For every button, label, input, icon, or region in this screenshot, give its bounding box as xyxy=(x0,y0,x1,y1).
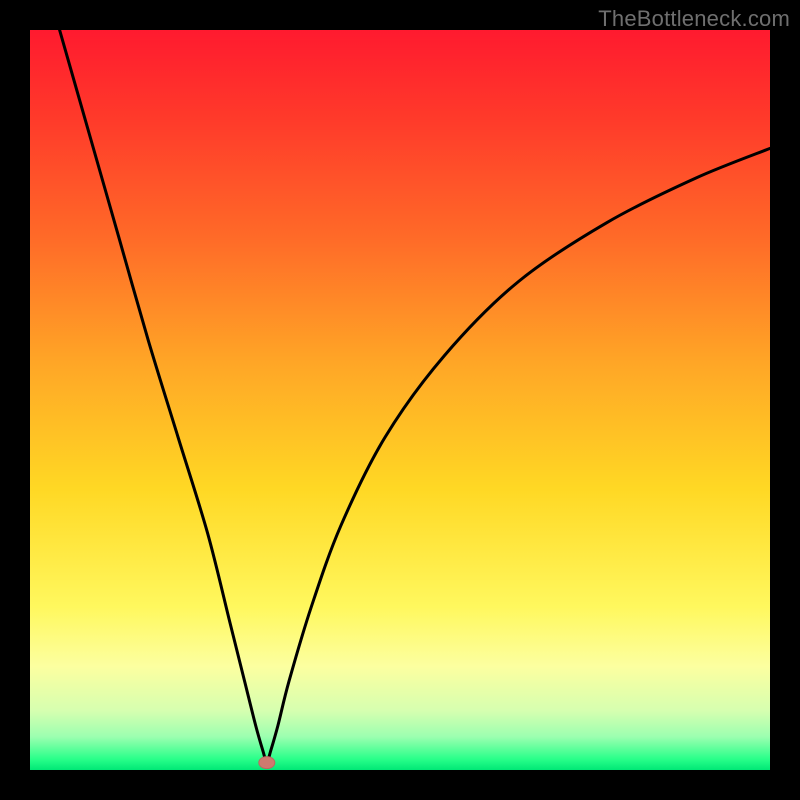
watermark-text: TheBottleneck.com xyxy=(598,6,790,32)
gradient-background xyxy=(30,30,770,770)
bottleneck-chart xyxy=(30,30,770,770)
minimum-marker xyxy=(259,757,275,769)
chart-frame xyxy=(30,30,770,770)
